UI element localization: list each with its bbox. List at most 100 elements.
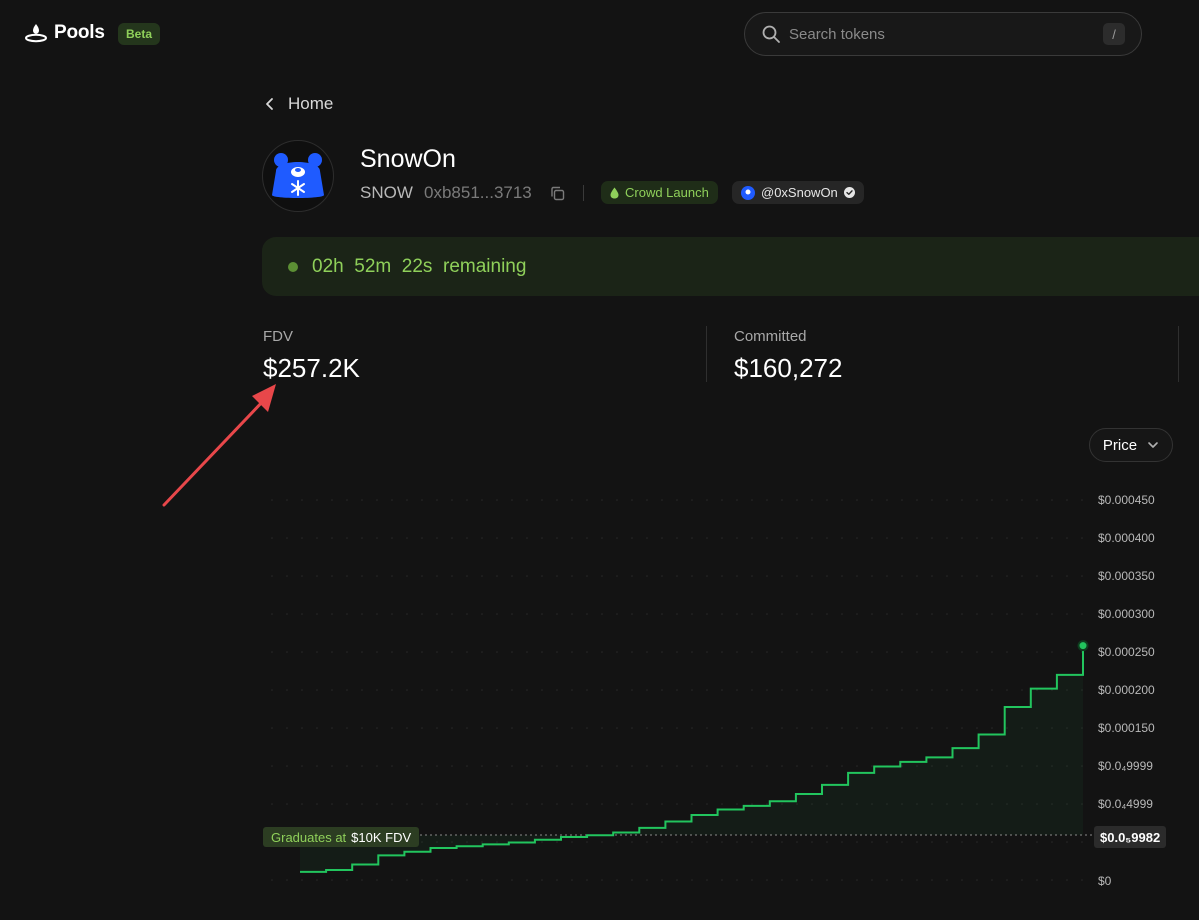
grid-dot <box>466 575 468 577</box>
grid-dot <box>616 613 618 615</box>
grid-dot <box>481 613 483 615</box>
grid-dot <box>706 727 708 729</box>
grid-dot <box>1021 575 1023 577</box>
grid-dot <box>1021 879 1023 881</box>
chart-grid <box>271 499 1083 881</box>
grid-dot <box>856 841 858 843</box>
search-input[interactable]: Search tokens <box>789 26 1103 43</box>
grid-dot <box>316 537 318 539</box>
grid-dot <box>511 727 513 729</box>
grid-dot <box>931 499 933 501</box>
y-tick-label: $0.000400 <box>1098 531 1155 545</box>
grid-dot <box>361 575 363 577</box>
grid-dot <box>421 537 423 539</box>
committed-label: Committed <box>734 328 807 345</box>
grid-dot <box>496 537 498 539</box>
grid-dot <box>691 575 693 577</box>
grid-dot <box>331 803 333 805</box>
grid-dot <box>751 879 753 881</box>
grid-dot <box>1081 613 1083 615</box>
countdown-timer: 02h 52m 22s remaining <box>312 256 526 278</box>
grid-dot <box>526 879 528 881</box>
copy-icon[interactable] <box>550 186 565 201</box>
grid-dot <box>496 841 498 843</box>
grid-dot <box>271 613 273 615</box>
grid-dot <box>406 651 408 653</box>
droplet-icon <box>610 187 619 198</box>
grid-dot <box>931 765 933 767</box>
grid-dot <box>676 537 678 539</box>
grid-dot <box>961 765 963 767</box>
grid-dot <box>586 537 588 539</box>
grid-dot <box>901 613 903 615</box>
grid-dot <box>766 499 768 501</box>
pools-logo-icon <box>25 24 47 43</box>
back-link[interactable]: Home <box>264 94 333 114</box>
grid-dot <box>811 765 813 767</box>
grid-dot <box>571 841 573 843</box>
grid-dot <box>736 765 738 767</box>
token-address[interactable]: 0xb851...3713 <box>424 183 532 203</box>
beta-badge: Beta <box>118 23 161 45</box>
grid-dot <box>811 613 813 615</box>
grid-dot <box>376 727 378 729</box>
grid-dot <box>961 651 963 653</box>
app-logo[interactable]: Pools <box>24 22 105 44</box>
grid-dot <box>1036 575 1038 577</box>
grid-dot <box>901 537 903 539</box>
grid-dot <box>361 651 363 653</box>
grid-dot <box>436 575 438 577</box>
chart-metric-label: Price <box>1102 436 1138 454</box>
profile-avatar-icon <box>741 185 755 200</box>
grid-dot <box>1006 841 1008 843</box>
grid-dot <box>301 765 303 767</box>
grid-dot <box>1066 537 1068 539</box>
grid-dot <box>1021 499 1023 501</box>
countdown-seconds: 22s <box>401 255 433 277</box>
grid-dot <box>736 537 738 539</box>
grid-dot <box>541 613 543 615</box>
grid-dot <box>766 803 768 805</box>
grid-dot <box>676 803 678 805</box>
grid-dot <box>721 879 723 881</box>
grid-dot <box>631 575 633 577</box>
grid-dot <box>526 613 528 615</box>
twitter-handle-badge[interactable]: @0xSnowOn <box>732 181 864 204</box>
grid-dot <box>991 803 993 805</box>
grid-dot <box>421 613 423 615</box>
grid-dot <box>811 879 813 881</box>
grid-dot <box>871 803 873 805</box>
grid-dot <box>856 803 858 805</box>
grid-dot <box>676 613 678 615</box>
grid-dot <box>1036 651 1038 653</box>
grid-dot <box>451 613 453 615</box>
grid-dot <box>511 765 513 767</box>
grid-dot <box>661 879 663 881</box>
search-bar[interactable]: Search tokens / <box>744 12 1142 56</box>
grid-dot <box>316 689 318 691</box>
grid-dot <box>1081 689 1083 691</box>
grid-dot <box>766 537 768 539</box>
grid-dot <box>481 575 483 577</box>
grid-dot <box>691 689 693 691</box>
grid-dot <box>856 499 858 501</box>
grid-dot <box>961 841 963 843</box>
countdown-hours: 02h <box>312 255 344 277</box>
grid-dot <box>496 613 498 615</box>
chart-metric-dropdown[interactable]: Price <box>1089 428 1173 462</box>
grid-dot <box>991 765 993 767</box>
grid-dot <box>331 613 333 615</box>
grid-dot <box>721 689 723 691</box>
grid-dot <box>991 537 993 539</box>
grid-dot <box>331 575 333 577</box>
chevron-left-icon <box>266 98 273 110</box>
y-tick-label: $0 <box>1098 874 1112 888</box>
grid-dot <box>946 575 948 577</box>
fdv-stat: FDV $257.2K <box>263 328 360 384</box>
grid-dot <box>1066 575 1068 577</box>
grid-dot <box>1066 689 1068 691</box>
grid-dot <box>571 499 573 501</box>
grid-dot <box>826 689 828 691</box>
grid-dot <box>736 879 738 881</box>
grid-dot <box>916 841 918 843</box>
